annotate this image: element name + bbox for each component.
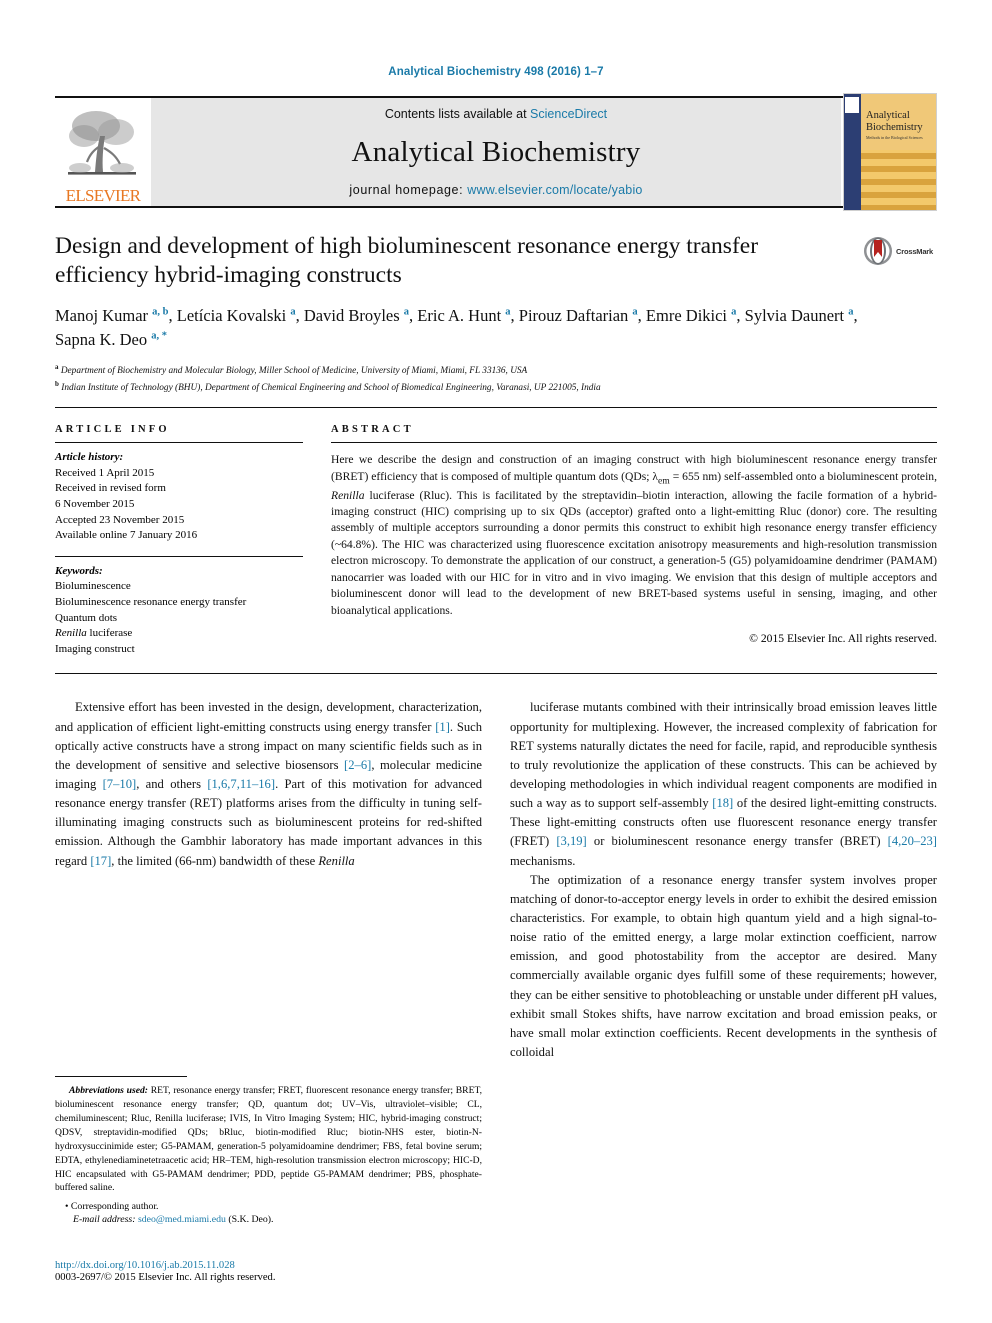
crossmark-icon bbox=[863, 236, 893, 266]
contents-prefix: Contents lists available at bbox=[384, 107, 531, 121]
cover-art: Analytical Biochemistry Methods in the B… bbox=[843, 93, 937, 211]
cover-subtitle: Methods in the Biological Sciences bbox=[866, 135, 923, 140]
keyword-item: Quantum dots bbox=[55, 611, 118, 624]
journal-title: Analytical Biochemistry bbox=[351, 135, 641, 168]
journal-homepage-link[interactable]: www.elsevier.com/locate/yabio bbox=[467, 183, 642, 197]
author-list: Manoj Kumar a, b, Letícia Kovalski a, Da… bbox=[55, 306, 858, 350]
abbreviations-note: Abbreviations used: RET, resonance energ… bbox=[55, 1085, 482, 1194]
cover-title-line2: Biochemistry bbox=[866, 122, 923, 133]
info-abstract-section: ARTICLE INFO Article history: Received 1… bbox=[55, 424, 937, 657]
running-head: Analytical Biochemistry 498 (2016) 1–7 bbox=[388, 66, 604, 78]
affiliations: a Department of Biochemistry and Molecul… bbox=[55, 362, 937, 395]
abstract-bottom-rule bbox=[55, 673, 937, 675]
cover-title-line1: Analytical bbox=[866, 110, 910, 121]
email-link[interactable]: sdeo@med.miami.edu bbox=[138, 1214, 226, 1225]
keyword-item: Bioluminescence bbox=[55, 580, 131, 593]
affiliation-text-a: Department of Biochemistry and Molecular… bbox=[60, 366, 528, 377]
article-page: Analytical Biochemistry 498 (2016) 1–7 E… bbox=[0, 0, 992, 1323]
journal-cover-thumbnail[interactable]: Analytical Biochemistry Methods in the B… bbox=[841, 93, 937, 211]
cover-elsevier-mark bbox=[845, 97, 859, 113]
body-column-right: luciferase mutants combined with their i… bbox=[510, 698, 937, 1062]
crossmark-badge[interactable]: CrossMark bbox=[863, 236, 933, 266]
keywords-block: Keywords: Bioluminescence Bioluminescenc… bbox=[55, 564, 303, 658]
journal-masthead: ELSEVIER Contents lists available at Sci… bbox=[55, 93, 937, 211]
history-item: Received in revised form bbox=[55, 482, 166, 495]
elsevier-wordmark: ELSEVIER bbox=[65, 186, 141, 205]
title-area: Design and development of high biolumine… bbox=[55, 232, 937, 290]
email-note: E-mail address: sdeo@med.miami.edu (S.K.… bbox=[55, 1214, 482, 1225]
corresponding-author-text: Corresponding author. bbox=[70, 1201, 159, 1213]
footnote-rule bbox=[55, 1076, 187, 1078]
elsevier-logo: ELSEVIER bbox=[55, 98, 151, 206]
info-top-rule bbox=[55, 407, 937, 409]
email-label: E-mail address: bbox=[73, 1214, 136, 1226]
corresponding-author-note: • Corresponding author. bbox=[65, 1201, 159, 1213]
affiliation-b: b Indian Institute of Technology (BHU), … bbox=[55, 379, 937, 396]
sciencedirect-link[interactable]: ScienceDirect bbox=[530, 107, 607, 121]
issn-copyright-line: 0003-2697/© 2015 Elsevier Inc. All right… bbox=[55, 1272, 276, 1283]
body-columns: Extensive effort has been invested in th… bbox=[55, 698, 937, 1062]
article-info-heading: ARTICLE INFO bbox=[55, 424, 170, 436]
page-title: Design and development of high biolumine… bbox=[55, 233, 759, 289]
page-footer: http://dx.doi.org/10.1016/j.ab.2015.11.0… bbox=[55, 1260, 525, 1283]
history-item: Accepted 23 November 2015 bbox=[55, 513, 185, 526]
abstract-column: ABSTRACT Here we describe the design and… bbox=[323, 424, 937, 657]
history-item: Available online 7 January 2016 bbox=[55, 529, 198, 542]
keyword-item: Imaging construct bbox=[55, 642, 135, 655]
homepage-prefix: journal homepage: bbox=[349, 183, 468, 197]
history-item: Received 1 April 2015 bbox=[55, 466, 155, 479]
article-history: Article history: Received 1 April 2015 R… bbox=[55, 450, 303, 544]
abstract-rule bbox=[331, 442, 937, 444]
keywords-label: Keywords: bbox=[55, 564, 103, 577]
abstract-heading: ABSTRACT bbox=[331, 424, 414, 436]
affiliation-marker-a: a bbox=[55, 363, 59, 372]
keyword-italic: Renilla bbox=[55, 627, 87, 640]
crossmark-label: CrossMark bbox=[896, 246, 933, 256]
abstract-text: Here we describe the design and construc… bbox=[331, 453, 937, 617]
footnote-block: Abbreviations used: RET, resonance energ… bbox=[55, 1076, 482, 1225]
body-column-left: Extensive effort has been invested in th… bbox=[55, 698, 482, 1062]
masthead-bottom-rule bbox=[55, 206, 937, 208]
paragraph: The optimization of a resonance energy t… bbox=[510, 872, 937, 1059]
affiliation-text-b: Indian Institute of Technology (BHU), De… bbox=[61, 382, 601, 393]
affiliation-a: a Department of Biochemistry and Molecul… bbox=[55, 362, 937, 379]
doi-link[interactable]: http://dx.doi.org/10.1016/j.ab.2015.11.0… bbox=[55, 1260, 525, 1271]
article-info-column: ARTICLE INFO Article history: Received 1… bbox=[55, 424, 323, 657]
masthead-center: Contents lists available at ScienceDirec… bbox=[151, 98, 841, 206]
keywords-rule bbox=[55, 555, 303, 557]
abstract-copyright: © 2015 Elsevier Inc. All rights reserved… bbox=[749, 632, 937, 646]
elsevier-tree-icon bbox=[68, 111, 136, 175]
affiliation-marker-b: b bbox=[55, 379, 59, 388]
history-item: 6 November 2015 bbox=[55, 497, 135, 510]
paragraph: Extensive effort has been invested in th… bbox=[55, 700, 483, 868]
contents-line: Contents lists available at ScienceDirec… bbox=[385, 107, 607, 121]
email-suffix: (S.K. Deo). bbox=[228, 1214, 274, 1226]
paragraph: luciferase mutants combined with their i… bbox=[510, 700, 937, 868]
keyword-item: Bioluminescence resonance energy transfe… bbox=[55, 595, 247, 608]
keyword-item-renilla: Renilla luciferase bbox=[55, 627, 133, 640]
homepage-line: journal homepage: www.elsevier.com/locat… bbox=[349, 183, 642, 197]
article-history-label: Article history: bbox=[55, 451, 124, 464]
article-info-rule bbox=[55, 442, 303, 444]
